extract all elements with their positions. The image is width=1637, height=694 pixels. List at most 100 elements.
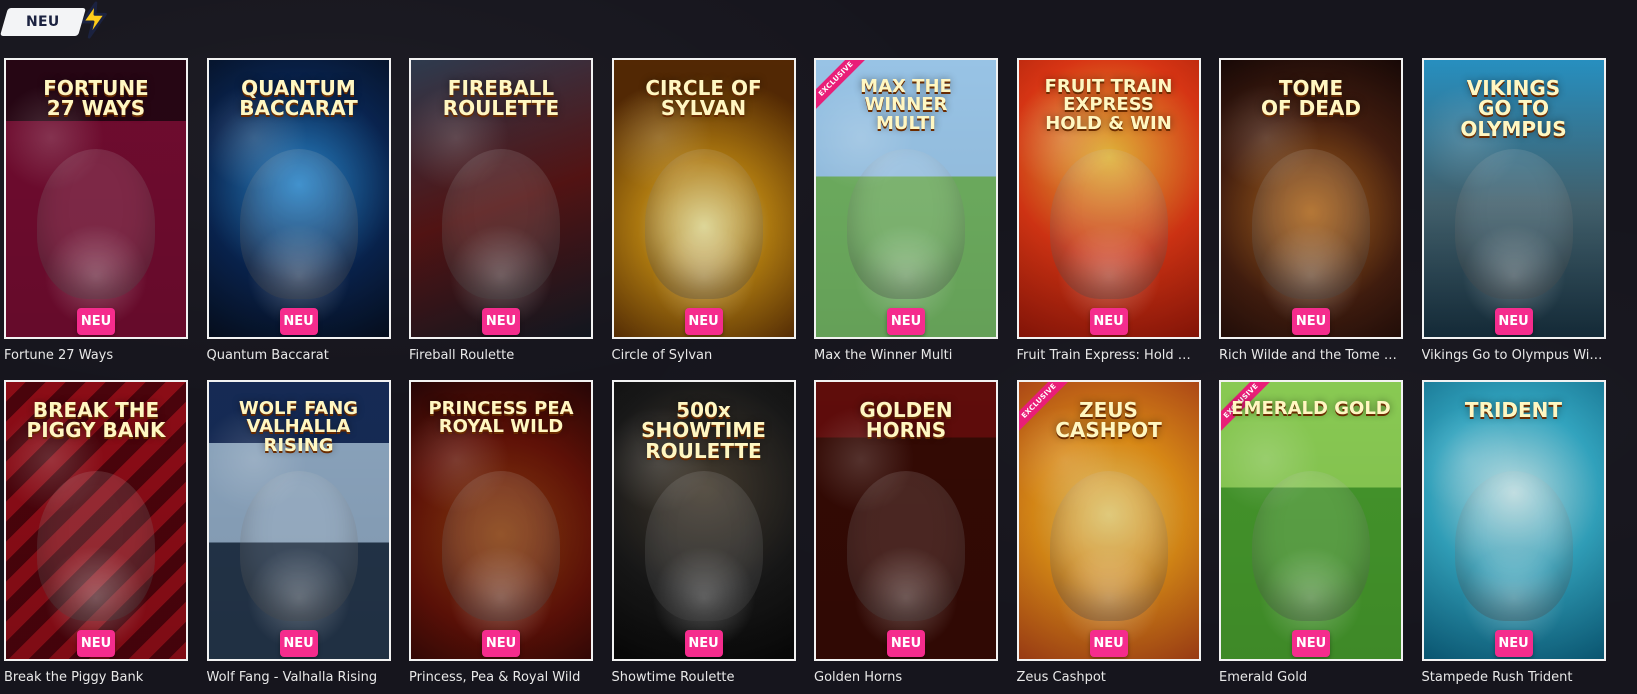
new-badge: NEU: [1494, 308, 1533, 335]
game-art-figure: [239, 149, 358, 299]
game-title[interactable]: Fireball Roulette: [409, 348, 593, 364]
game-title[interactable]: Vikings Go to Olympus Wild ...: [1422, 348, 1606, 364]
game-art-title: VIKINGS GO TO OLYMPUS: [1460, 76, 1567, 141]
game-art-title: BREAK THE PIGGY BANK: [26, 398, 166, 443]
new-badge: NEU: [1089, 630, 1128, 657]
game-art-figure: [37, 471, 155, 621]
game-tile-emerald-gold[interactable]: EXCLUSIVE EMERALD GOLD NEU Emerald Gold: [1219, 380, 1403, 688]
game-art-figure: [442, 471, 560, 621]
game-thumbnail[interactable]: EXCLUSIVE EMERALD GOLD NEU: [1219, 380, 1403, 661]
game-title[interactable]: Max the Winner Multi: [814, 348, 998, 364]
game-thumbnail[interactable]: EXCLUSIVE ZEUS CASHPOT NEU: [1016, 380, 1201, 661]
game-art-title: FIREBALL ROULETTE: [442, 76, 560, 121]
game-art-figure: [847, 471, 965, 621]
game-art-figure: [1049, 149, 1168, 299]
game-art-figure: [847, 149, 965, 299]
game-title[interactable]: Fortune 27 Ways: [4, 348, 188, 364]
game-art-title: 500x SHOWTIME ROULETTE: [641, 398, 766, 463]
new-badge: NEU: [887, 308, 925, 335]
game-tile-fruit-train-express[interactable]: FRUIT TRAIN EXPRESS HOLD & WIN NEU Fruit…: [1016, 58, 1201, 366]
game-thumbnail[interactable]: EXCLUSIVE MAX THE WINNER MULTI NEU: [814, 58, 998, 339]
game-art-title: WOLF FANG VALHALLA RISING: [238, 398, 359, 456]
game-title[interactable]: Quantum Baccarat: [207, 348, 391, 364]
game-art-figure: [239, 471, 358, 621]
game-art-title: FRUIT TRAIN EXPRESS HOLD & WIN: [1044, 76, 1173, 134]
game-title[interactable]: Wolf Fang - Valhalla Rising: [207, 670, 391, 686]
game-thumbnail[interactable]: GOLDEN HORNS NEU: [814, 380, 998, 661]
game-tile-showtime-roulette[interactable]: 500x SHOWTIME ROULETTE NEU Showtime Roul…: [611, 380, 796, 688]
game-art-title: TRIDENT: [1464, 398, 1563, 422]
game-art-figure: [644, 149, 763, 299]
game-tile-wolf-fang-valhalla-rising[interactable]: WOLF FANG VALHALLA RISING NEU Wolf Fang …: [206, 380, 391, 688]
new-badge: NEU: [684, 308, 723, 335]
game-art-title: EMERALD GOLD: [1231, 398, 1391, 419]
game-thumbnail[interactable]: FRUIT TRAIN EXPRESS HOLD & WIN NEU: [1016, 58, 1201, 339]
game-art-figure: [1454, 149, 1573, 299]
game-art-figure: [1252, 471, 1370, 621]
game-art-figure: [1454, 471, 1573, 621]
game-title[interactable]: Rich Wilde and the Tome of ...: [1219, 348, 1403, 364]
game-thumbnail[interactable]: FORTUNE 27 WAYS NEU: [4, 58, 188, 339]
game-title[interactable]: Stampede Rush Trident: [1422, 670, 1606, 686]
game-art-figure: [1049, 471, 1168, 621]
game-thumbnail[interactable]: FIREBALL ROULETTE NEU: [409, 58, 593, 339]
game-art-title: FORTUNE 27 WAYS: [43, 76, 149, 121]
new-section-label: NEU: [26, 14, 60, 30]
game-tile-max-the-winner-multi[interactable]: EXCLUSIVE MAX THE WINNER MULTI NEU Max t…: [814, 58, 998, 366]
game-grid: FORTUNE 27 WAYS NEU Fortune 27 Ways QUAN…: [4, 58, 1606, 688]
game-title[interactable]: Circle of Sylvan: [612, 348, 796, 364]
game-title[interactable]: Zeus Cashpot: [1017, 670, 1201, 686]
new-badge: NEU: [482, 630, 520, 657]
game-art-title: PRINCESS PEA ROYAL WILD: [428, 398, 574, 438]
game-art-title: ZEUS CASHPOT: [1055, 398, 1162, 443]
game-thumbnail[interactable]: TOME OF DEAD NEU: [1219, 58, 1403, 339]
game-thumbnail[interactable]: BREAK THE PIGGY BANK NEU: [4, 380, 188, 661]
game-tile-circle-of-sylvan[interactable]: CIRCLE OF SYLVAN NEU Circle of Sylvan: [611, 58, 796, 366]
game-tile-rich-wilde-tome-of-dead[interactable]: TOME OF DEAD NEU Rich Wilde and the Tome…: [1219, 58, 1403, 366]
game-tile-fortune-27-ways[interactable]: FORTUNE 27 WAYS NEU Fortune 27 Ways: [4, 58, 188, 366]
game-tile-golden-horns[interactable]: GOLDEN HORNS NEU Golden Horns: [814, 380, 998, 688]
game-thumbnail[interactable]: TRIDENT NEU: [1421, 380, 1606, 661]
new-badge: NEU: [279, 630, 318, 657]
game-tile-quantum-baccarat[interactable]: QUANTUM BACCARAT NEU Quantum Baccarat: [206, 58, 391, 366]
new-badge: NEU: [77, 630, 115, 657]
game-tile-zeus-cashpot[interactable]: EXCLUSIVE ZEUS CASHPOT NEU Zeus Cashpot: [1016, 380, 1201, 688]
game-thumbnail[interactable]: CIRCLE OF SYLVAN NEU: [611, 58, 796, 339]
game-art-title: MAX THE WINNER MULTI: [860, 76, 952, 134]
new-badge: NEU: [1494, 630, 1533, 657]
game-art-figure: [1252, 149, 1370, 299]
game-tile-princess-pea-royal-wild[interactable]: PRINCESS PEA ROYAL WILD NEU Princess, Pe…: [409, 380, 593, 688]
new-games-header: NEU: [0, 1, 113, 40]
game-art-title: QUANTUM BACCARAT: [239, 76, 358, 121]
game-title[interactable]: Princess, Pea & Royal Wild: [409, 670, 593, 686]
game-art-figure: [37, 149, 155, 299]
game-thumbnail[interactable]: 500x SHOWTIME ROULETTE NEU: [611, 380, 796, 661]
game-art-figure: [442, 149, 560, 299]
game-art-title: GOLDEN HORNS: [859, 398, 953, 443]
game-title[interactable]: Golden Horns: [814, 670, 998, 686]
game-thumbnail[interactable]: VIKINGS GO TO OLYMPUS NEU: [1421, 58, 1606, 339]
game-title[interactable]: Emerald Gold: [1219, 670, 1403, 686]
game-art-title: CIRCLE OF SYLVAN: [645, 76, 762, 121]
new-badge: NEU: [77, 308, 115, 335]
game-tile-stampede-rush-trident[interactable]: TRIDENT NEU Stampede Rush Trident: [1421, 380, 1606, 688]
new-badge: NEU: [1292, 630, 1330, 657]
game-thumbnail[interactable]: QUANTUM BACCARAT NEU: [206, 58, 391, 339]
new-badge: NEU: [1292, 308, 1330, 335]
games-page: NEU FORTUNE 27 WAYS NEU Fortune 27 Ways …: [0, 0, 1637, 694]
game-title[interactable]: Showtime Roulette: [612, 670, 796, 686]
game-tile-break-the-piggy-bank[interactable]: BREAK THE PIGGY BANK NEU Break the Piggy…: [4, 380, 188, 688]
new-badge: NEU: [684, 630, 723, 657]
new-section-tag: NEU: [0, 8, 87, 36]
new-badge: NEU: [887, 630, 925, 657]
game-tile-fireball-roulette[interactable]: FIREBALL ROULETTE NEU Fireball Roulette: [409, 58, 593, 366]
game-tile-vikings-go-to-olympus[interactable]: VIKINGS GO TO OLYMPUS NEU Vikings Go to …: [1421, 58, 1606, 366]
game-thumbnail[interactable]: WOLF FANG VALHALLA RISING NEU: [206, 380, 391, 661]
game-title[interactable]: Break the Piggy Bank: [4, 670, 188, 686]
game-art-figure: [644, 471, 763, 621]
new-badge: NEU: [482, 308, 520, 335]
game-title[interactable]: Fruit Train Express: Hold & Win: [1017, 348, 1201, 364]
new-badge: NEU: [1089, 308, 1128, 335]
new-badge: NEU: [279, 308, 318, 335]
game-thumbnail[interactable]: PRINCESS PEA ROYAL WILD NEU: [409, 380, 593, 661]
